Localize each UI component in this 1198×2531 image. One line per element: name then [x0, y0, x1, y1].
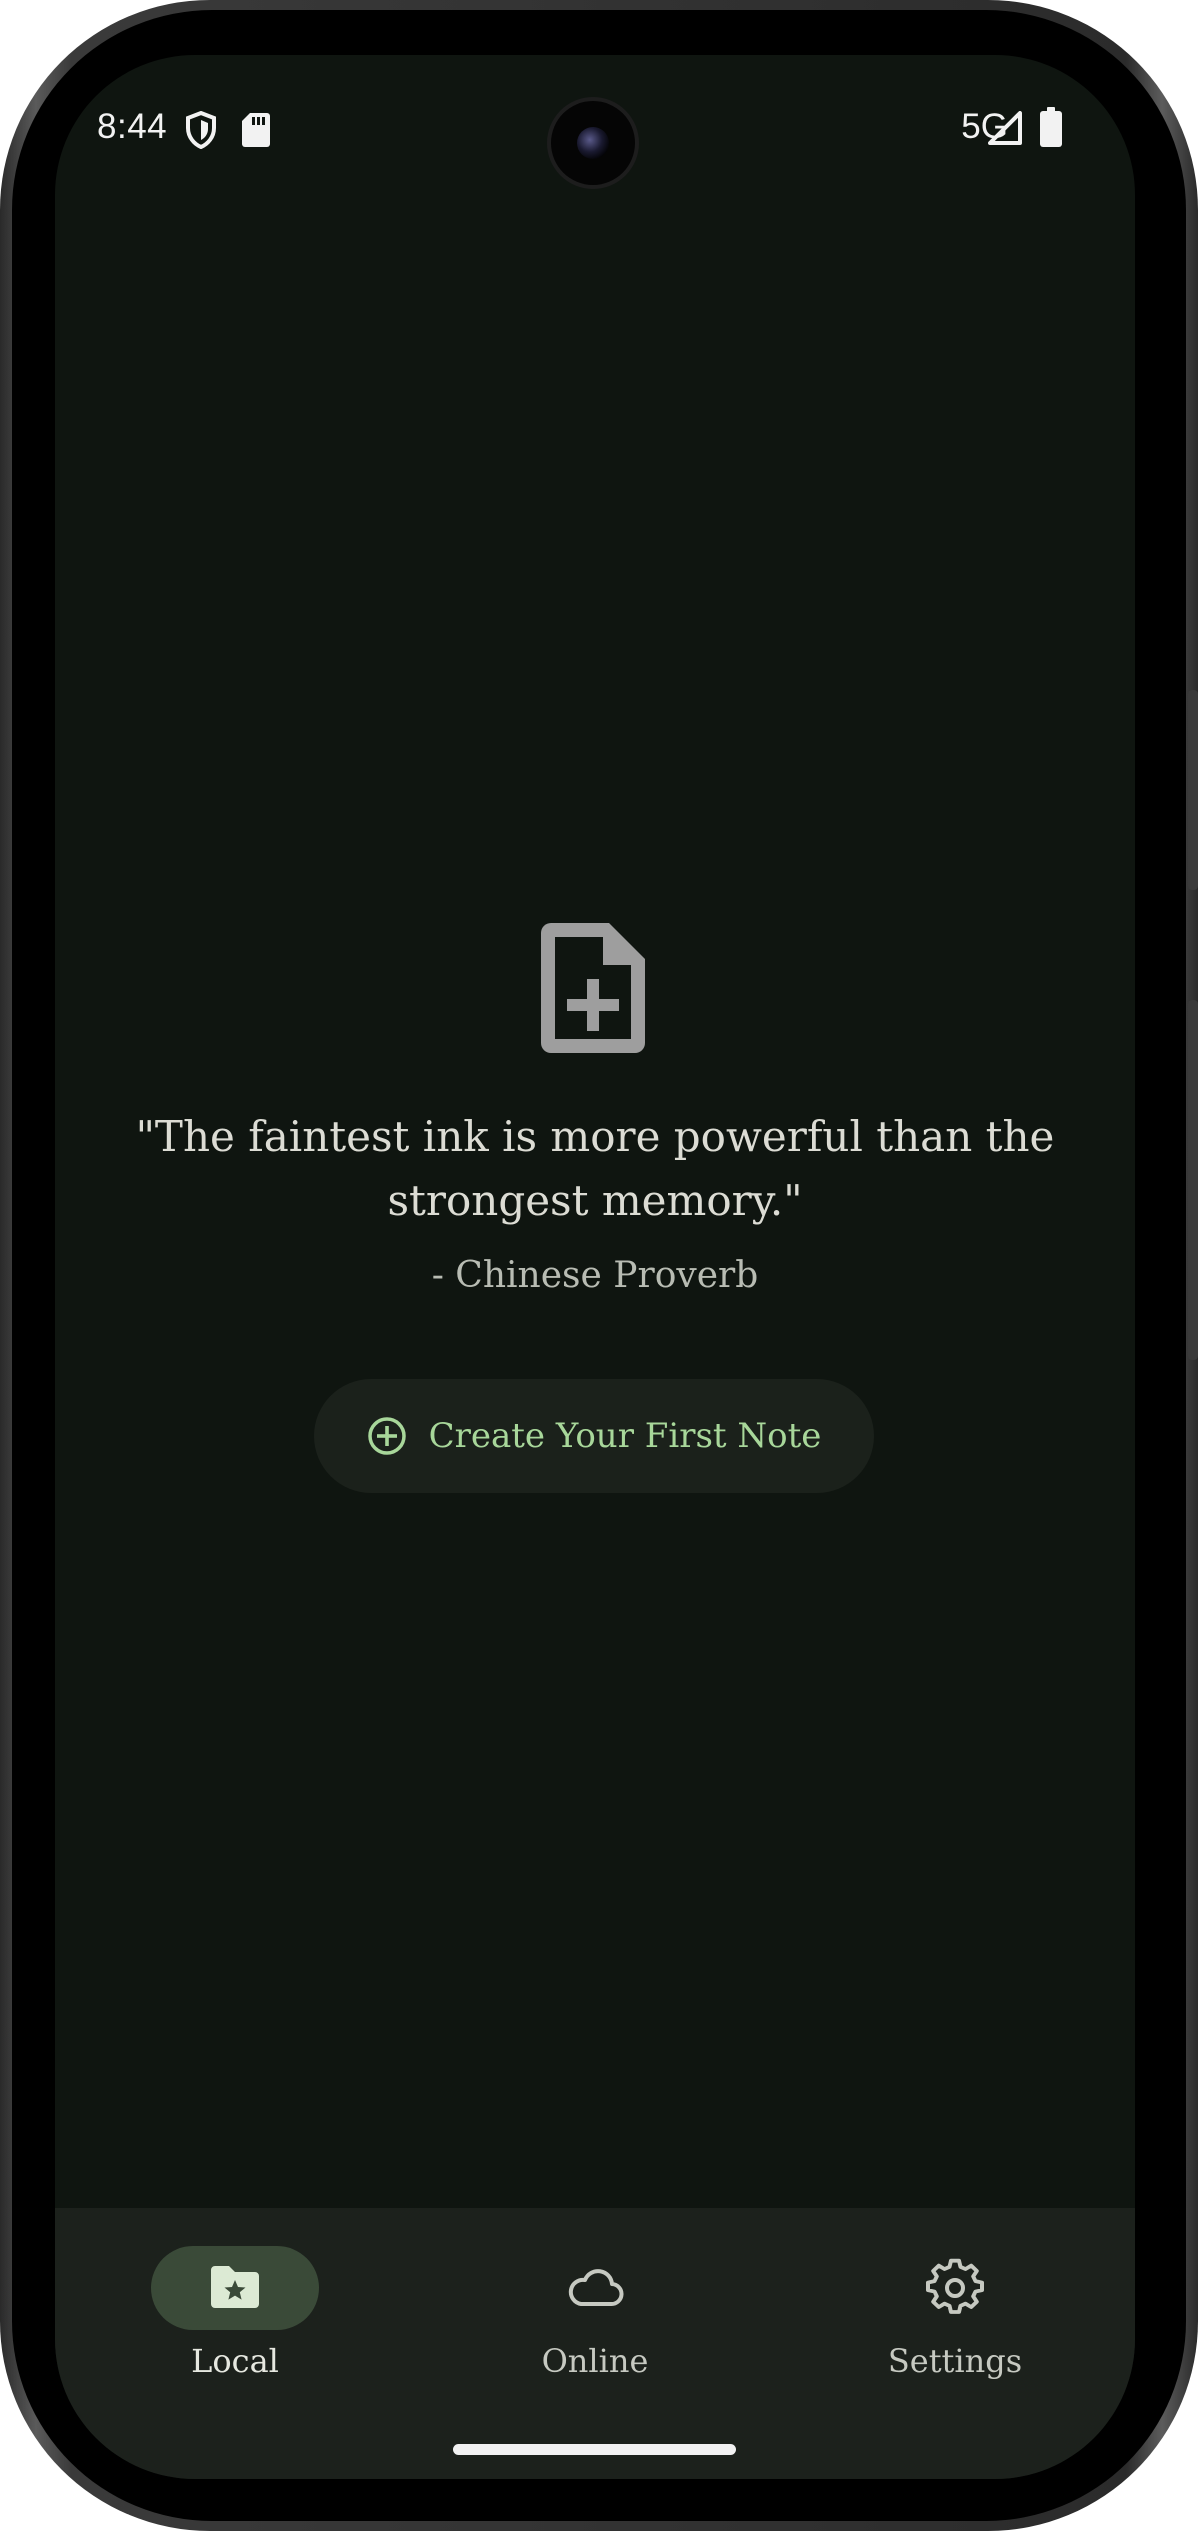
- quote-attribution: - Chinese Proverb: [431, 1255, 759, 1296]
- bottom-navigation: Local Online Settings: [55, 2208, 1135, 2479]
- shield-icon: [186, 111, 216, 149]
- nav-icon-container: [871, 2246, 1039, 2330]
- nav-label-local: Local: [191, 2342, 279, 2380]
- cloud-icon: [568, 2269, 624, 2306]
- create-first-note-button[interactable]: Create Your First Note: [314, 1379, 874, 1493]
- power-button: [1188, 1000, 1198, 1360]
- home-indicator[interactable]: [453, 2444, 736, 2455]
- quote-text: "The faintest ink is more powerful than …: [135, 1112, 1055, 1225]
- create-first-note-label: Create Your First Note: [428, 1416, 822, 1456]
- folder-star-icon: [211, 2266, 259, 2308]
- front-camera: [551, 101, 635, 185]
- phone-frame: 8:44 5G "The faintest ink is more powerf…: [0, 0, 1198, 2531]
- nav-item-local[interactable]: Local: [115, 2246, 355, 2396]
- add-document-icon: [541, 923, 645, 1053]
- volume-button: [1188, 690, 1198, 890]
- sd-card-icon: [242, 113, 270, 147]
- nav-label-online: Online: [541, 2342, 649, 2380]
- status-time: 8:44: [97, 107, 168, 146]
- nav-item-online[interactable]: Online: [475, 2246, 715, 2396]
- battery-icon: [1040, 107, 1062, 147]
- app-screen: 8:44 5G "The faintest ink is more powerf…: [55, 55, 1135, 2479]
- add-circle-icon: [367, 1417, 406, 1455]
- nav-icon-container: [511, 2246, 679, 2330]
- nav-item-settings[interactable]: Settings: [835, 2246, 1075, 2396]
- gear-icon: [926, 2258, 984, 2314]
- nav-active-indicator: [151, 2246, 319, 2330]
- signal-icon: [988, 111, 1022, 145]
- status-bar: 8:44 5G: [55, 55, 1135, 205]
- nav-label-settings: Settings: [887, 2342, 1023, 2380]
